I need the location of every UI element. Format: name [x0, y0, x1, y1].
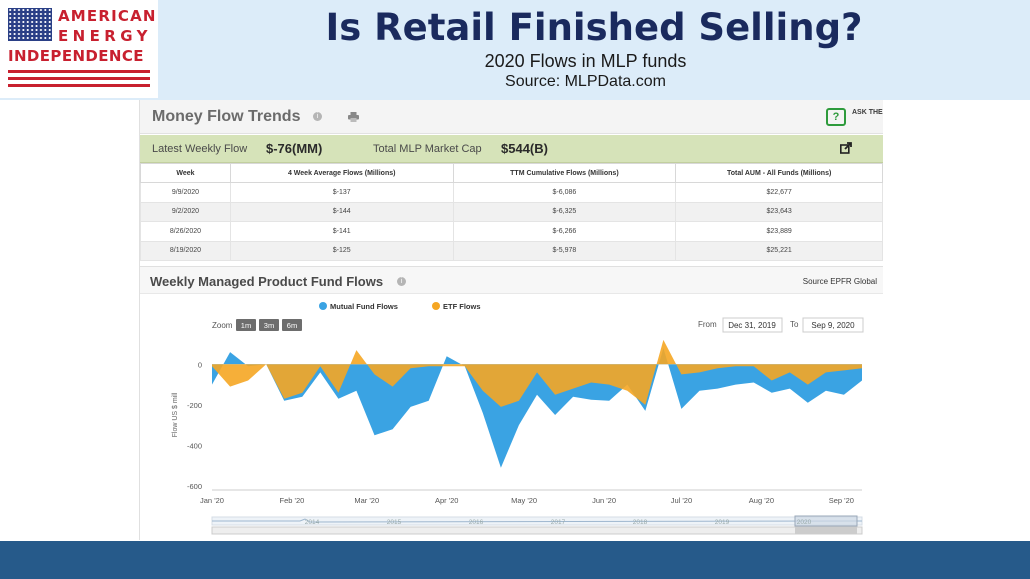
navigator-scrollbar-thumb[interactable] — [795, 527, 857, 534]
navigator-year-label: 2019 — [715, 519, 730, 526]
zoom-6m-label[interactable]: 6m — [287, 321, 297, 330]
footer-band — [0, 541, 1030, 579]
logo: AMERICAN ENERGY INDEPENDENCE — [0, 0, 158, 98]
logo-word-independence: INDEPENDENCE — [8, 47, 144, 65]
x-tick-label: May '20 — [511, 496, 537, 505]
y-tick-label: -200 — [187, 401, 202, 410]
legend-marker-mutual-fund[interactable] — [319, 302, 327, 310]
logo-word-american: AMERICAN — [58, 7, 157, 25]
logo-stripe — [8, 77, 150, 80]
x-tick-label: Aug '20 — [749, 496, 774, 505]
legend-label-mutual-fund[interactable]: Mutual Fund Flows — [330, 302, 398, 311]
y-tick-label: -400 — [187, 441, 202, 450]
y-tick-label: -600 — [187, 482, 202, 491]
slide-subtitle: 2020 Flows in MLP funds — [484, 51, 687, 71]
from-date-value[interactable]: Dec 31, 2019 — [728, 321, 776, 330]
legend-label-etf[interactable]: ETF Flows — [443, 302, 481, 311]
slide: AMERICAN ENERGY INDEPENDENCE Is Retail F… — [0, 0, 1030, 579]
navigator-year-label: 2020 — [797, 519, 812, 526]
from-label: From — [698, 320, 717, 329]
navigator-scrollbar[interactable] — [211, 526, 863, 535]
x-tick-label: Feb '20 — [280, 496, 305, 505]
x-tick-label: Jan '20 — [200, 496, 224, 505]
legend-marker-etf[interactable] — [432, 302, 440, 310]
slide-source: Source: MLPData.com — [505, 73, 666, 90]
to-label: To — [790, 320, 799, 329]
navigator-year-label: 2016 — [469, 519, 484, 526]
y-axis-label: Flow US $ mill — [172, 392, 179, 437]
logo-stripe — [8, 84, 150, 87]
y-tick-label: 0 — [198, 360, 202, 369]
x-tick-label: Apr '20 — [435, 496, 459, 505]
weekly-flows-chart: Mutual Fund Flows ETF Flows Zoom 1m 3m 6m From… — [172, 302, 864, 535]
logo-word-energy: ENERGY — [58, 27, 152, 45]
mlp-data-widget: Money Flow Trends i ? ASK THE EXPERT Lat… — [139, 100, 883, 540]
navigator-year-label: 2017 — [551, 519, 566, 526]
navigator-year-label: 2014 — [305, 519, 320, 526]
x-tick-label: Jul '20 — [671, 496, 692, 505]
navigator-year-label: 2018 — [633, 519, 648, 526]
zoom-3m-label[interactable]: 3m — [264, 321, 274, 330]
zoom-1m-label[interactable]: 1m — [241, 321, 251, 330]
navigator-year-label: 2015 — [387, 519, 402, 526]
zoom-label: Zoom — [212, 321, 233, 330]
x-tick-label: Mar '20 — [354, 496, 379, 505]
us-flag-icon — [8, 8, 52, 41]
slide-title: Is Retail Finished Selling? — [325, 6, 863, 49]
x-tick-label: Jun '20 — [592, 496, 616, 505]
to-date-value[interactable]: Sep 9, 2020 — [811, 321, 855, 330]
logo-stripe — [8, 70, 150, 73]
x-tick-label: Sep '20 — [829, 496, 854, 505]
